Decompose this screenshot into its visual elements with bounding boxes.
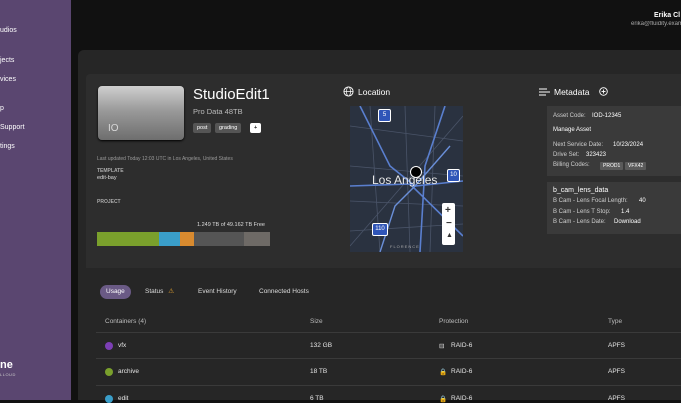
focal-length-value: 40 [639, 198, 646, 204]
tag-grading[interactable]: grading [215, 123, 242, 133]
list-icon [539, 88, 550, 96]
metadata-title: Metadata [554, 87, 590, 97]
sidebar-item-studios[interactable]: udios [0, 27, 17, 34]
zoom-in-button[interactable]: + [445, 205, 451, 216]
container-color-dot [105, 342, 113, 350]
template-label: TEMPLATE [97, 168, 124, 174]
add-tag-button[interactable]: + [250, 123, 262, 133]
location-map[interactable]: 5 10 110 Los Angeles FLORENCE + − ▲ [350, 106, 463, 252]
tab-usage[interactable]: Usage [100, 285, 131, 299]
tab-status-label: Status [145, 288, 164, 295]
container-name: edit [118, 395, 129, 402]
asset-code-value: IOD-12345 [592, 113, 622, 119]
table-divider [96, 385, 681, 386]
map-zoom-controls: + − ▲ [442, 203, 455, 245]
t-stop-value: 1.4 [621, 209, 630, 215]
table-divider [96, 358, 681, 359]
asset-title: StudioEdit1 [193, 86, 270, 103]
warning-icon: ⚠ [168, 288, 175, 295]
container-type: APFS [608, 342, 625, 349]
usage-bar-segment [194, 232, 244, 246]
t-stop-label: B Cam - Lens T Stop: [553, 209, 611, 215]
lock-icon: 🔒 [439, 369, 448, 376]
sidebar-item-support[interactable]: Support [0, 124, 25, 131]
container-size: 6 TB [310, 395, 324, 402]
column-header-protection[interactable]: Protection [439, 318, 468, 325]
sidebar-item-app[interactable]: p [0, 105, 4, 112]
usage-bar-segment [159, 232, 180, 246]
drive-set-label: Drive Set: [553, 152, 580, 158]
sidebar-item-projects[interactable]: jects [0, 57, 14, 64]
lens-date-label: B Cam - Lens Date: [553, 219, 606, 225]
globe-icon [343, 86, 354, 97]
column-header-size[interactable]: Size [310, 318, 323, 325]
highway-5-shield: 5 [378, 109, 391, 122]
lock-icon: 🔒 [439, 396, 448, 403]
metadata-card-asset: Asset Code: IOD-12345 Manage Asset Next … [547, 106, 681, 176]
project-label: PROJECT [97, 199, 121, 205]
column-header-type[interactable]: Type [608, 318, 622, 325]
next-service-label: Next Service Date: [553, 142, 604, 148]
container-size: 132 GB [310, 342, 333, 349]
map-footer-label: FLORENCE [390, 244, 420, 249]
device-image: IO [98, 86, 184, 140]
container-type: APFS [608, 368, 625, 375]
sidebar-item-settings[interactable]: tings [0, 143, 15, 150]
container-name: archive [118, 368, 139, 375]
location-title: Location [358, 87, 391, 97]
storage-usage-bar [97, 232, 270, 246]
raid-icon: ⊟ [439, 343, 445, 350]
add-metadata-icon[interactable] [599, 87, 608, 96]
device-mark: IO [108, 123, 119, 134]
container-protection: RAID-6 [451, 368, 473, 375]
sidebar-item-devices[interactable]: vices [0, 76, 16, 83]
manage-asset-heading: Manage Asset [553, 127, 592, 133]
billing-codes-label: Billing Codes: [553, 162, 590, 168]
last-updated-text: Last updated Today 12:03 UTC in Los Ange… [97, 156, 233, 162]
column-header-containers[interactable]: Containers (4) [105, 318, 146, 325]
container-name: vfx [118, 342, 127, 349]
brand-subtitle: LLOUD [0, 372, 16, 377]
asset-code-label: Asset Code: [553, 113, 586, 119]
billing-code-chip: PROD1 [600, 162, 624, 170]
map-city-label: Los Angeles [372, 173, 438, 187]
asset-subtitle: Pro Data 48TB [193, 107, 243, 116]
tag-post[interactable]: post [193, 123, 212, 133]
container-type: APFS [608, 395, 625, 402]
tab-connected-hosts[interactable]: Connected Hosts [259, 285, 309, 299]
usage-bar-segment [244, 232, 270, 246]
compass-icon[interactable]: ▲ [446, 232, 453, 239]
user-menu[interactable]: Erika Cl erika@fluidity.examp [621, 12, 681, 27]
drive-set-value: 323423 [586, 152, 607, 158]
highway-10-shield: 10 [447, 169, 460, 182]
container-color-dot [105, 368, 113, 376]
usage-bar-segment [180, 232, 194, 246]
template-value: edit-bay [97, 175, 117, 181]
user-name: Erika Cl [654, 12, 681, 19]
container-color-dot [105, 395, 113, 403]
metadata-card-lens: b_cam_lens_data B Cam - Lens Focal Lengt… [547, 182, 681, 234]
highway-110-shield: 110 [372, 223, 388, 236]
user-email: erika@fluidity.examp [631, 21, 681, 27]
billing-code-chip: VFX42 [625, 162, 647, 170]
usage-text: 1.249 TB of 49.162 TB Free [197, 222, 265, 228]
usage-bar-segment [97, 232, 159, 246]
container-protection: RAID-6 [451, 395, 473, 402]
tab-event-history[interactable]: Event History [198, 285, 237, 299]
container-size: 18 TB [310, 368, 328, 375]
table-divider [96, 332, 681, 333]
container-protection: RAID-6 [451, 342, 473, 349]
lens-date-value[interactable]: Download [614, 219, 641, 225]
lens-data-title: b_cam_lens_data [553, 187, 609, 194]
next-service-value: 10/23/2024 [613, 142, 644, 148]
brand-logo: ne [0, 359, 13, 371]
focal-length-label: B Cam - Lens Focal Length: [553, 198, 628, 204]
zoom-out-button[interactable]: − [446, 218, 452, 229]
tab-status[interactable]: Status ⚠ [145, 285, 174, 299]
sidebar: udios jects vices p Support tings ne LLO… [0, 0, 71, 400]
